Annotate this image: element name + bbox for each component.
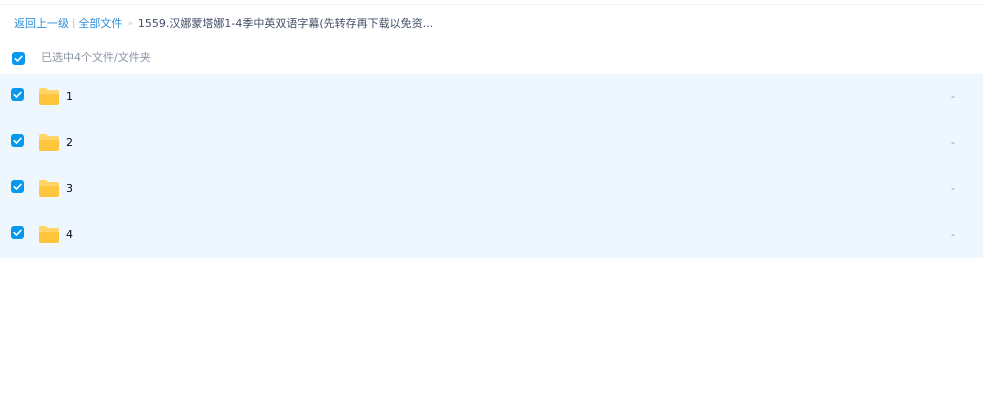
file-name[interactable]: 4 xyxy=(66,227,73,243)
folder-icon[interactable] xyxy=(38,87,60,106)
current-folder-name: 1559.汉娜蒙塔娜1-4季中英双语字幕(先转存再下载以免资... xyxy=(137,17,434,30)
check-icon xyxy=(13,91,22,98)
file-row[interactable]: 3- xyxy=(0,166,983,212)
selection-header: 已选中4个文件/文件夹 xyxy=(0,47,983,69)
select-all-checkbox[interactable] xyxy=(12,52,25,65)
file-checkbox[interactable] xyxy=(11,180,24,193)
check-icon xyxy=(13,183,22,190)
breadcrumb-arrow-icon: » xyxy=(127,19,133,29)
file-size: - xyxy=(951,136,955,149)
breadcrumb-separator: | xyxy=(72,18,76,29)
file-name[interactable]: 2 xyxy=(66,135,73,151)
check-icon xyxy=(14,55,23,62)
file-checkbox[interactable] xyxy=(11,226,24,239)
file-size: - xyxy=(951,228,955,241)
file-browser: 返回上一级 | 全部文件 » 1559.汉娜蒙塔娜1-4季中英双语字幕(先转存再… xyxy=(0,0,983,397)
selected-count-label: 已选中4个文件/文件夹 xyxy=(41,51,151,64)
file-size: - xyxy=(951,90,955,103)
file-row[interactable]: 1- xyxy=(0,74,983,120)
breadcrumb: 返回上一级 | 全部文件 » 1559.汉娜蒙塔娜1-4季中英双语字幕(先转存再… xyxy=(14,16,433,32)
folder-icon[interactable] xyxy=(38,133,60,152)
folder-icon[interactable] xyxy=(38,225,60,244)
check-icon xyxy=(13,137,22,144)
file-checkbox[interactable] xyxy=(11,88,24,101)
file-row[interactable]: 4- xyxy=(0,212,983,258)
check-icon xyxy=(13,229,22,236)
file-row[interactable]: 2- xyxy=(0,120,983,166)
folder-icon[interactable] xyxy=(38,179,60,198)
file-size: - xyxy=(951,182,955,195)
top-divider xyxy=(0,4,983,5)
back-link[interactable]: 返回上一级 xyxy=(14,16,69,32)
file-list: 1-2-3-4- xyxy=(0,74,983,258)
file-name[interactable]: 1 xyxy=(66,89,73,105)
file-name[interactable]: 3 xyxy=(66,181,73,197)
file-checkbox[interactable] xyxy=(11,134,24,147)
all-files-link[interactable]: 全部文件 xyxy=(78,16,122,32)
